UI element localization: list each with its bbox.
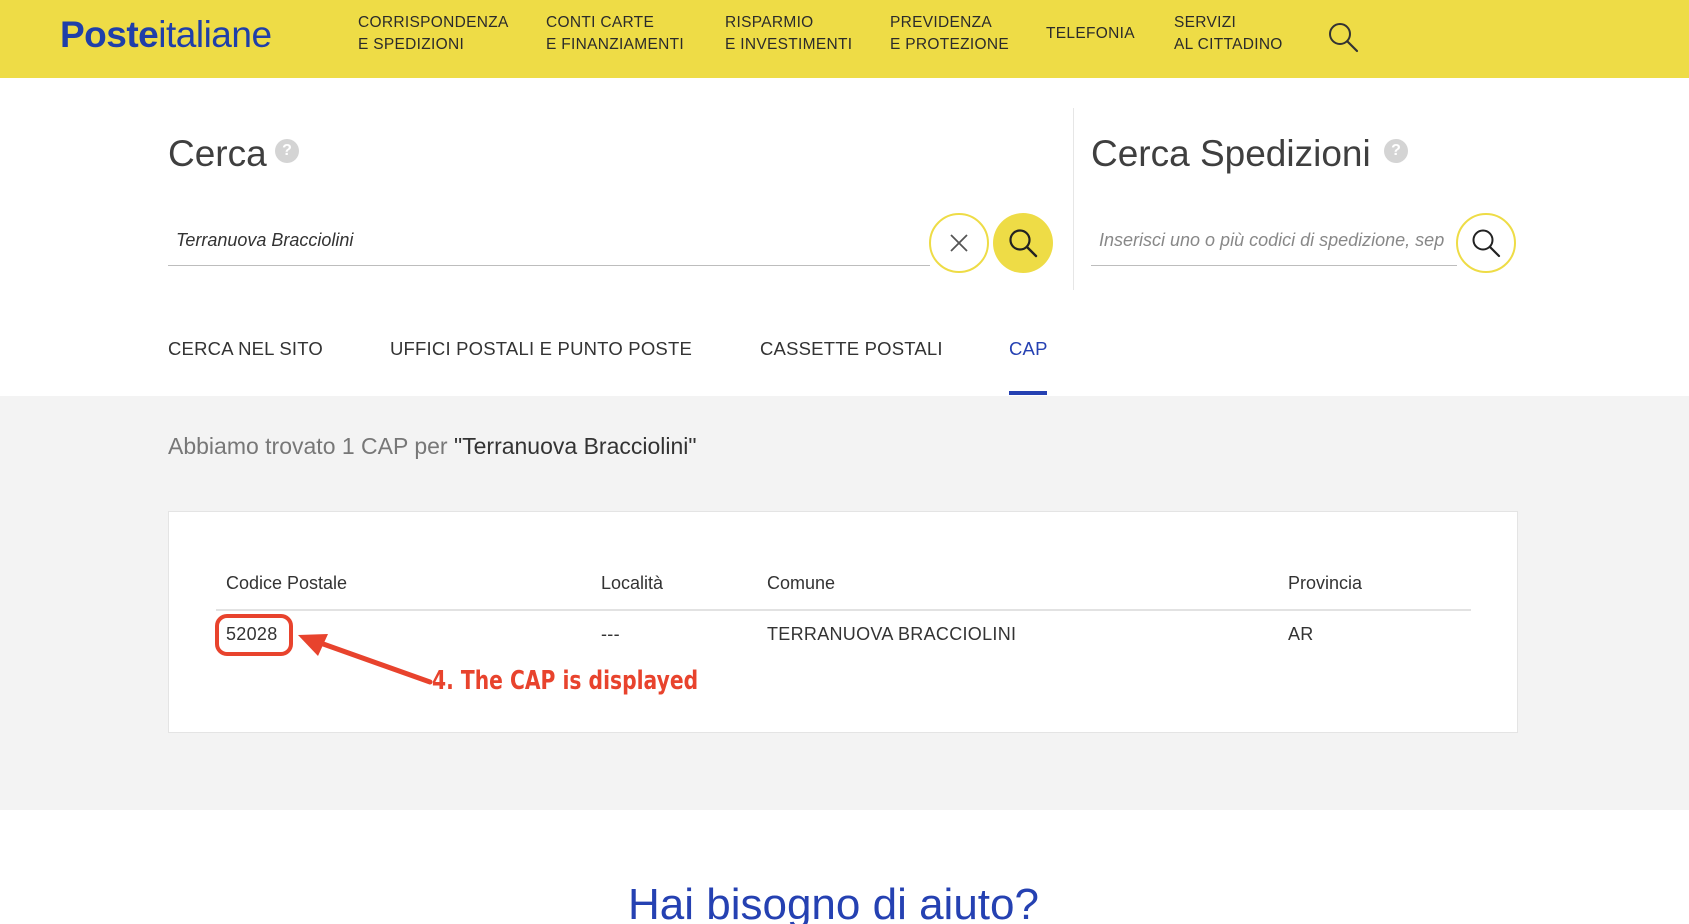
nav-label-line1: PREVIDENZA <box>890 14 993 31</box>
annotation-arrow-icon <box>298 634 433 685</box>
results-query: "Terranuova Bracciolini" <box>453 433 697 459</box>
search-input[interactable]: Terranuova Bracciolini <box>168 214 930 266</box>
section-divider <box>1073 108 1074 290</box>
cell-comune: TERRANUOVA BRACCIOLINI <box>767 624 1017 644</box>
table-header-divider <box>216 609 1471 611</box>
nav-label-line2: E INVESTIMENTI <box>725 36 853 53</box>
column-header-codice-postale: Codice Postale <box>226 573 348 593</box>
nav-label-line2: E FINANZIAMENTI <box>546 36 684 53</box>
help-icon[interactable]: ? <box>1384 139 1408 163</box>
cell-provincia: AR <box>1288 624 1314 644</box>
clear-search-button[interactable] <box>929 213 989 273</box>
search-icon <box>1009 229 1038 258</box>
nav-corrispondenza[interactable]: CORRISPONDENZA E SPEDIZIONI <box>358 12 509 56</box>
nav-label-line1: CORRISPONDENZA <box>358 14 509 31</box>
search-submit-button[interactable] <box>993 213 1053 273</box>
column-header-provincia: Provincia <box>1288 573 1363 593</box>
shipment-code-input[interactable]: Inserisci uno o più codici di spedizione… <box>1091 214 1457 266</box>
nav-previdenza[interactable]: PREVIDENZA E PROTEZIONE <box>890 12 1009 56</box>
nav-label-line2: E SPEDIZIONI <box>358 36 465 53</box>
shipments-title: Cerca Spedizioni <box>1091 133 1371 174</box>
top-navigation-bar: Posteitaliane CORRISPONDENZA E SPEDIZION… <box>0 0 1689 78</box>
nav-telefonia[interactable]: TELEFONIA <box>1046 23 1135 45</box>
nav-conti-carte[interactable]: CONTI CARTE E FINANZIAMENTI <box>546 12 684 56</box>
search-title: Cerca <box>168 133 267 174</box>
nav-label-line2: E PROTEZIONE <box>890 36 1010 53</box>
column-header-localita: Località <box>601 573 664 593</box>
shipment-search-button[interactable] <box>1456 213 1516 273</box>
tab-cerca-nel-sito[interactable]: CERCA NEL SITO <box>168 338 323 360</box>
search-icon <box>1329 23 1359 53</box>
active-tab-indicator <box>1009 391 1047 395</box>
help-section-heading: Hai bisogno di aiuto? <box>628 880 1039 924</box>
nav-label-line1: CONTI CARTE <box>546 14 655 31</box>
tab-cap[interactable]: CAP <box>1009 338 1048 360</box>
logo-bold-text: Poste <box>60 14 159 55</box>
cell-localita: --- <box>601 624 620 644</box>
results-summary: Abbiamo trovato 1 CAP per "Terranuova Br… <box>168 433 697 460</box>
results-summary-text: Abbiamo trovato 1 CAP per <box>168 433 448 459</box>
nav-label-line1: RISPARMIO <box>725 14 814 31</box>
nav-label-line2: AL CITTADINO <box>1174 36 1283 53</box>
nav-label-line1: SERVIZI <box>1174 14 1237 31</box>
header-search-icon[interactable] <box>1326 20 1360 54</box>
nav-label-line1: TELEFONIA <box>1046 25 1135 42</box>
help-icon[interactable]: ? <box>275 139 299 163</box>
nav-servizi[interactable]: SERVIZI AL CITTADINO <box>1174 12 1283 56</box>
nav-risparmio[interactable]: RISPARMIO E INVESTIMENTI <box>725 12 852 56</box>
annotation-highlight-box <box>215 614 293 656</box>
close-icon <box>950 234 968 252</box>
poste-italiane-logo[interactable]: Posteitaliane <box>60 14 272 56</box>
annotation-text: 4. The CAP is displayed <box>432 666 699 696</box>
tab-cassette-postali[interactable]: CASSETTE POSTALI <box>760 338 943 360</box>
column-header-comune: Comune <box>767 573 836 593</box>
logo-regular-text: italiane <box>158 14 272 55</box>
search-icon <box>1472 229 1501 258</box>
tab-uffici-postali[interactable]: UFFICI POSTALI E PUNTO POSTE <box>390 338 692 360</box>
